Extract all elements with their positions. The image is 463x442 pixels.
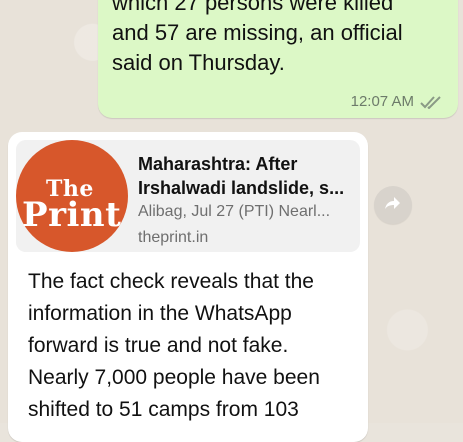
share-forward-icon xyxy=(383,193,403,218)
outgoing-message-text: Irshalwadi tragedy on July 19 in which 2… xyxy=(112,0,403,75)
link-preview-title: Maharashtra: After Irshalwadi landslide,… xyxy=(138,154,345,198)
outgoing-message-bubble[interactable]: Irshalwadi tragedy on July 19 in which 2… xyxy=(98,0,458,118)
link-preview-card[interactable]: The Print Maharashtra: After Irshalwadi … xyxy=(16,140,360,252)
link-preview-text: Maharashtra: After Irshalwadi landslide,… xyxy=(138,152,352,248)
incoming-message-text: The fact check reveals that the informat… xyxy=(28,270,320,421)
forward-button[interactable] xyxy=(374,186,412,224)
logo-text-print: Print xyxy=(22,195,122,235)
message-time: 12:07 AM xyxy=(350,93,414,110)
link-preview-description: Alibag, Jul 27 (PTI) Nearl... xyxy=(138,203,331,220)
theprint-logo-thumbnail: The Print xyxy=(16,140,128,252)
incoming-message-bubble[interactable]: The Print Maharashtra: After Irshalwadi … xyxy=(8,132,368,442)
link-preview-domain: theprint.in xyxy=(138,229,209,246)
message-meta: 12:07 AM xyxy=(351,93,442,110)
double-check-icon xyxy=(420,95,442,109)
